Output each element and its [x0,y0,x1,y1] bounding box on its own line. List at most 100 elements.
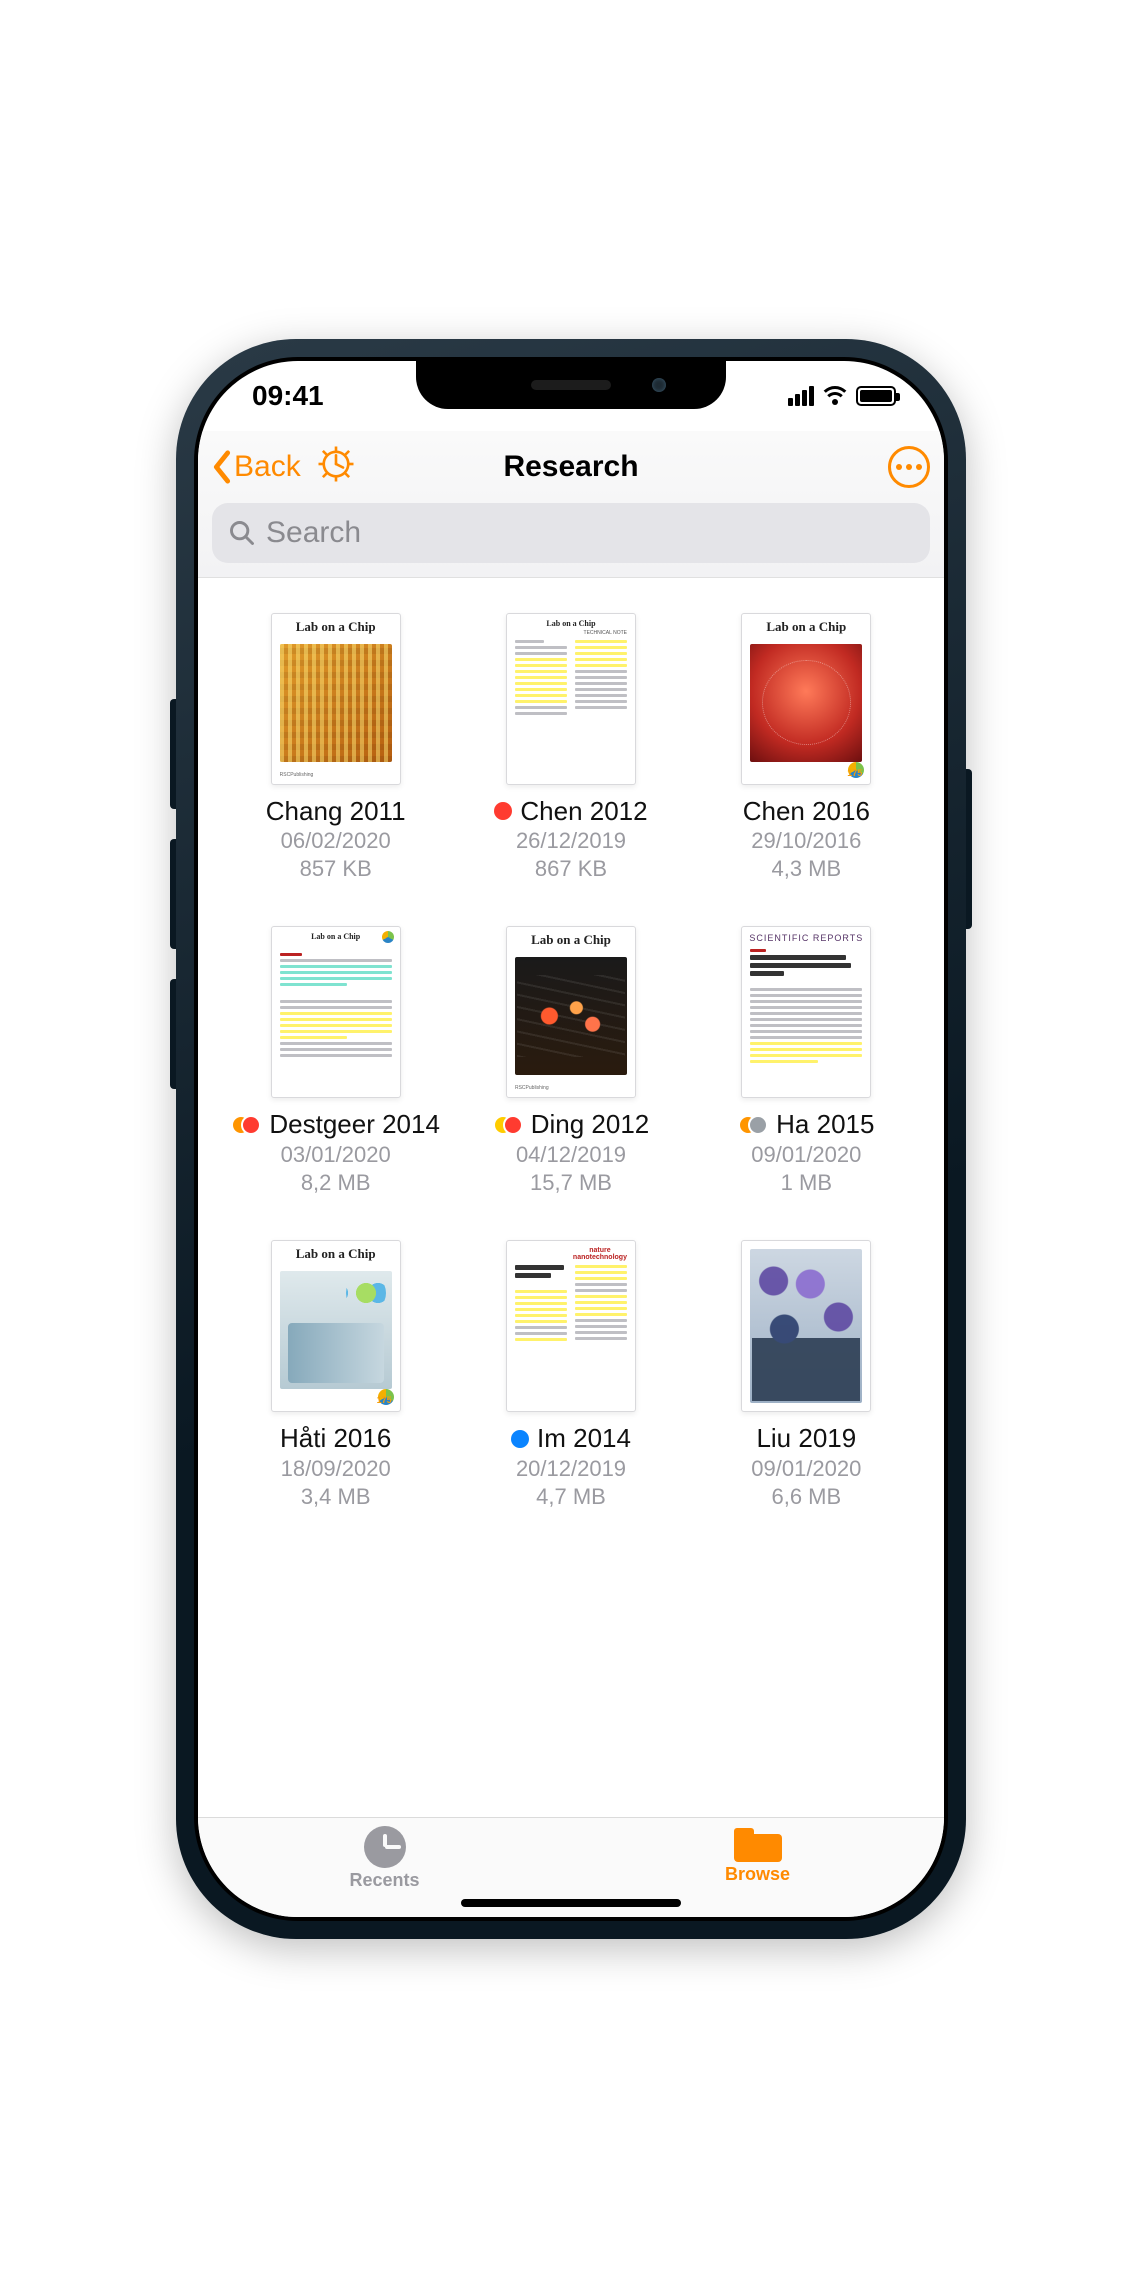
settings-button[interactable] [315,443,357,490]
back-label: Back [234,450,301,484]
journal-title: Lab on a Chip [280,933,392,941]
document-item[interactable]: Liu 2019 09/01/2020 6,6 MB [695,1240,918,1510]
document-title: Destgeer 2014 [269,1110,440,1140]
publisher-mark: RSCPublishing [280,772,314,778]
clock-icon [364,1826,406,1868]
text-lines [515,640,627,776]
device-frame: 09:41 Back [176,339,966,1939]
document-item[interactable]: Lab on a Chip [224,926,447,1196]
document-item[interactable]: Lab on a Chip 175 Håti 2016 18/09/2020 3… [224,1240,447,1510]
document-size: 8,2 MB [224,1170,447,1196]
document-title: Håti 2016 [280,1424,391,1454]
tab-label: Recents [349,1870,419,1891]
device-inner: 09:41 Back [194,357,948,1921]
document-thumbnail: Lab on a Chip [271,926,401,1098]
search-placeholder: Search [266,516,361,550]
journal-title: Lab on a Chip [280,1247,392,1260]
document-item[interactable]: Lab on a Chip 175 Chen 2016 29/10/2016 4… [695,613,918,883]
document-title-row: Chang 2011 [224,797,447,827]
cover-image [750,1249,862,1403]
front-camera [652,378,666,392]
document-title-row: Liu 2019 [695,1424,918,1454]
document-title: Ding 2012 [531,1110,650,1140]
document-date: 03/01/2020 [224,1142,447,1168]
text-lines [750,949,862,1089]
home-indicator[interactable] [461,1899,681,1907]
issue-badge: 175 [847,768,862,778]
tag-dot-icon [494,802,512,820]
note-label: TECHNICAL NOTE [584,630,627,636]
tag-dot-icon [511,1430,529,1448]
journal-title: Lab on a Chip [750,620,862,633]
journal-title: Lab on a Chip [515,620,627,628]
document-size: 3,4 MB [224,1484,447,1510]
document-size: 6,6 MB [695,1484,918,1510]
nav-area: Back [198,431,944,578]
chevron-left-icon [212,450,232,484]
document-date: 29/10/2016 [695,828,918,854]
cover-image [515,957,627,1075]
journal-title: Lab on a Chip [515,933,627,946]
tab-label: Browse [725,1864,790,1885]
tag-pair-icon [738,1115,768,1135]
document-item[interactable]: Lab on a Chip RSCPublishing Ding 2012 04… [459,926,682,1196]
documents-grid: Lab on a Chip RSCPublishing Chang 2011 0… [198,583,944,1531]
document-size: 4,7 MB [459,1484,682,1510]
document-date: 26/12/2019 [459,828,682,854]
journal-title: SCIENTIFIC REPORTS [742,933,870,943]
battery-icon [856,386,896,406]
document-item[interactable]: Lab on a Chip TECHNICAL NOTE Chen 2012 [459,613,682,883]
publisher-logo-icon [382,931,394,943]
page-title: Research [503,450,638,484]
issue-badge: 175 [377,1395,392,1405]
document-thumbnail: naturenanotechnology [506,1240,636,1412]
document-thumbnail: Lab on a Chip RSCPublishing [506,926,636,1098]
folder-icon [734,1826,782,1862]
document-thumbnail: Lab on a Chip RSCPublishing [271,613,401,785]
document-date: 04/12/2019 [459,1142,682,1168]
document-title: Chang 2011 [266,797,406,827]
cover-image [750,644,862,762]
gear-icon [315,443,357,485]
cover-image [280,644,392,762]
more-button[interactable] [888,446,930,488]
document-size: 857 KB [224,856,447,882]
more-dots-icon [896,464,902,470]
cover-image [280,1271,392,1389]
tag-pair-icon [231,1115,261,1135]
search-input[interactable]: Search [212,503,930,563]
document-item[interactable]: SCIENTIFIC REPORTS [695,926,918,1196]
status-right-icons [788,386,896,406]
journal-title: Lab on a Chip [280,620,392,633]
document-thumbnail: SCIENTIFIC REPORTS [741,926,871,1098]
document-title-row: Ha 2015 [695,1110,918,1140]
document-thumbnail: Lab on a Chip TECHNICAL NOTE [506,613,636,785]
search-icon [228,519,256,547]
document-title-row: Chen 2012 [459,797,682,827]
document-title-row: Ding 2012 [459,1110,682,1140]
back-button[interactable]: Back [212,450,301,484]
nav-row: Back [212,439,930,495]
document-title-row: Destgeer 2014 [224,1110,447,1140]
status-time: 09:41 [252,380,324,412]
content[interactable]: Lab on a Chip RSCPublishing Chang 2011 0… [198,583,944,1817]
publisher-mark: RSCPublishing [515,1085,549,1091]
document-date: 20/12/2019 [459,1456,682,1482]
tag-pair-icon [493,1115,523,1135]
document-item[interactable]: Lab on a Chip RSCPublishing Chang 2011 0… [224,613,447,883]
notch [416,361,726,409]
document-date: 06/02/2020 [224,828,447,854]
document-title: Im 2014 [537,1424,631,1454]
document-date: 18/09/2020 [224,1456,447,1482]
journal-title: naturenanotechnology [573,1247,627,1261]
document-title: Chen 2012 [520,797,647,827]
cellular-icon [788,386,814,406]
document-thumbnail: Lab on a Chip 175 [271,1240,401,1412]
document-title: Ha 2015 [776,1110,874,1140]
document-title-row: Im 2014 [459,1424,682,1454]
text-lines [280,953,392,1089]
document-size: 4,3 MB [695,856,918,882]
document-item[interactable]: naturenanotechnology Im 2014 [459,1240,682,1510]
document-size: 1 MB [695,1170,918,1196]
document-title-row: Chen 2016 [695,797,918,827]
